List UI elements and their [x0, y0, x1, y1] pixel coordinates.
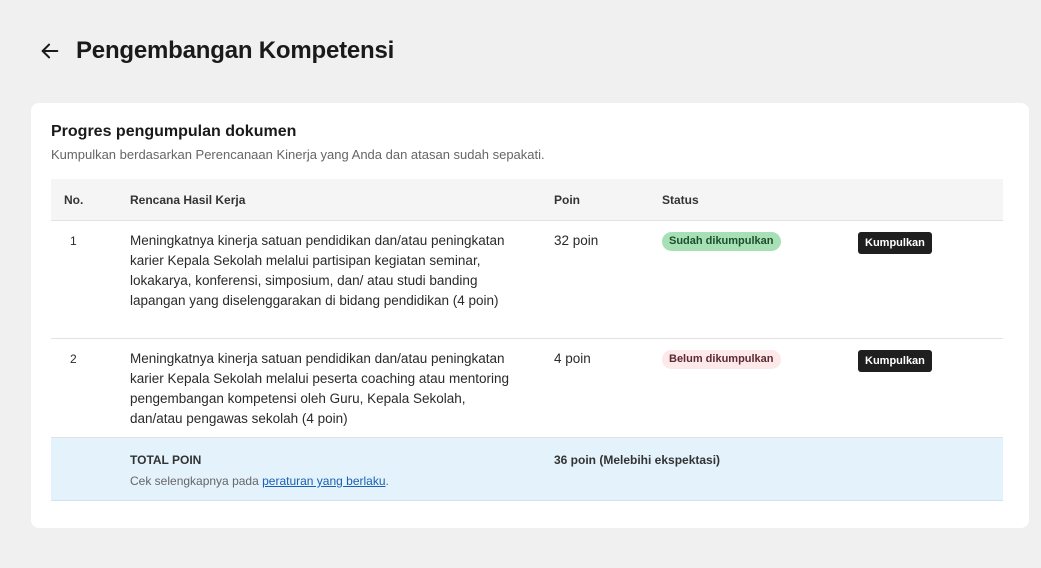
status-badge: Sudah dikumpulkan — [662, 232, 781, 251]
total-label: TOTAL POIN — [130, 453, 202, 467]
card-title: Progres pengumpulan dokumen — [51, 123, 297, 140]
progress-card: Progres pengumpulan dokumen Kumpulkan be… — [31, 103, 1029, 528]
row-action: Kumpulkan — [858, 339, 1003, 372]
submit-button[interactable]: Kumpulkan — [858, 232, 932, 254]
row-poin: 32 poin — [554, 233, 599, 248]
row-rhk: Meningkatnya kinerja satuan pendidikan d… — [130, 233, 505, 308]
regulation-link[interactable]: peraturan yang berlaku — [262, 474, 385, 488]
documents-table: No. Rencana Hasil Kerja Poin Status 1 Me… — [51, 179, 1003, 501]
row-rhk: Meningkatnya kinerja satuan pendidikan d… — [130, 351, 509, 426]
row-no: 1 — [70, 234, 77, 248]
row-action: Kumpulkan — [858, 221, 1003, 254]
total-info: TOTAL POIN Cek selengkapnya pada peratur… — [130, 438, 554, 488]
row-status: Sudah dikumpulkan — [662, 221, 858, 251]
header-poin: Poin — [554, 192, 580, 207]
submit-button[interactable]: Kumpulkan — [858, 350, 932, 372]
table-header: No. Rencana Hasil Kerja Poin Status — [51, 179, 1003, 221]
total-note: Cek selengkapnya pada peraturan yang ber… — [130, 474, 554, 488]
arrow-left-icon — [41, 43, 59, 59]
total-row: TOTAL POIN Cek selengkapnya pada peratur… — [51, 438, 1003, 501]
header-rhk: Rencana Hasil Kerja — [130, 192, 246, 207]
back-button[interactable] — [38, 39, 62, 63]
row-poin: 4 poin — [554, 351, 591, 366]
total-value: 36 poin (Melebihi ekspektasi) — [554, 453, 721, 467]
total-note-suffix: . — [385, 474, 389, 488]
row-no: 2 — [70, 352, 77, 366]
row-status: Belum dikumpulkan — [662, 339, 858, 369]
header-no: No. — [64, 192, 84, 207]
table-row: 1 Meningkatnya kinerja satuan pendidikan… — [51, 221, 1003, 339]
total-note-prefix: Cek selengkapnya pada — [130, 474, 263, 488]
page-title: Pengembangan Kompetensi — [76, 37, 395, 64]
header-status: Status — [662, 192, 699, 207]
status-badge: Belum dikumpulkan — [662, 350, 781, 369]
page-header: Pengembangan Kompetensi — [38, 36, 394, 66]
table-row: 2 Meningkatnya kinerja satuan pendidikan… — [51, 339, 1003, 438]
card-subtitle: Kumpulkan berdasarkan Perencanaan Kinerj… — [51, 147, 545, 162]
